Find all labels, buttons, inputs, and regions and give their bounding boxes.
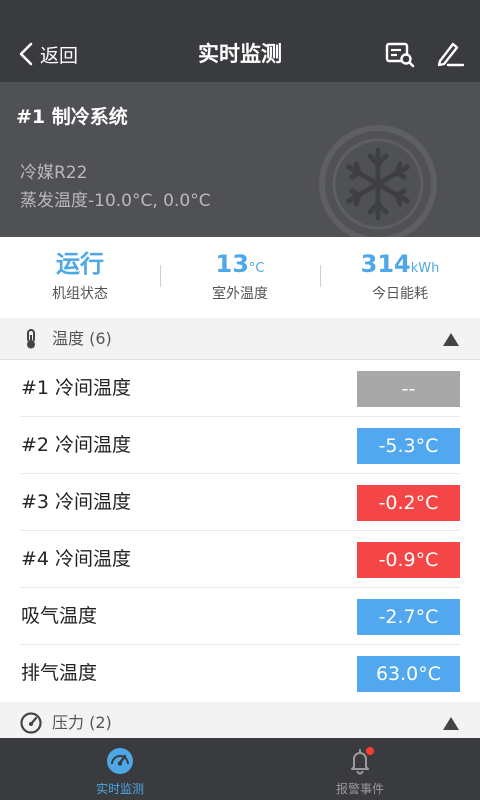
edit-icon: [437, 42, 465, 67]
status-badge: --: [357, 371, 460, 407]
table-row[interactable]: 排气温度 63.0°C: [0, 645, 480, 702]
status-badge: 63.0°C: [357, 656, 460, 692]
section-label: 温度 (6): [52, 329, 112, 348]
edit-button[interactable]: [434, 38, 466, 70]
table-row[interactable]: #4 冷间温度 -0.9°C: [0, 531, 480, 588]
tab-alarm-events[interactable]: 报警事件: [240, 738, 480, 800]
thermometer-icon: [27, 329, 35, 349]
system-name: #1 制冷系统: [16, 106, 128, 128]
sensor-name: #2 冷间温度: [21, 434, 132, 456]
system-info-panel: #1 制冷系统 冷媒R22 蒸发温度-10.0°C, 0.0°C: [0, 82, 480, 237]
status-badge: -5.3°C: [357, 428, 460, 464]
collapse-triangle-icon[interactable]: [443, 717, 459, 730]
stat-unit: °C: [248, 261, 265, 276]
snowflake-icon: [319, 125, 437, 237]
gauge-icon: [20, 712, 42, 734]
collapse-triangle-icon[interactable]: [443, 333, 459, 346]
tab-label: 实时监测: [95, 782, 144, 796]
tab-label: 报警事件: [335, 782, 384, 796]
stat-label: 室外温度: [212, 286, 268, 302]
tab-realtime-monitor[interactable]: 实时监测: [0, 738, 240, 800]
stat-unit: kWh: [410, 261, 440, 276]
notification-dot: [366, 747, 374, 755]
sensor-name: #1 冷间温度: [21, 377, 132, 399]
temperature-section-header[interactable]: 温度 (6): [0, 318, 480, 360]
status-badge: -2.7°C: [357, 599, 460, 635]
sensor-name: #3 冷间温度: [21, 491, 132, 513]
search-list-button[interactable]: [384, 38, 416, 70]
sensor-name: #4 冷间温度: [21, 548, 132, 570]
table-row[interactable]: 吸气温度 -2.7°C: [0, 588, 480, 645]
stat-value: 13: [215, 250, 249, 278]
stat-energy-today: 314kWh 今日能耗: [320, 237, 480, 319]
stat-outdoor-temperature: 13°C 室外温度: [160, 237, 320, 319]
gauge-icon: [107, 748, 133, 774]
stat-value: 运行: [56, 250, 104, 278]
stat-value: 314: [360, 250, 411, 278]
table-row[interactable]: #1 冷间温度 --: [0, 360, 480, 417]
refrigerant-text: 冷媒R22: [20, 163, 88, 183]
top-bar: 返回 实时监测: [0, 0, 480, 82]
bottom-tab-bar: 实时监测 报警事件: [0, 738, 480, 800]
stat-label: 机组状态: [52, 286, 108, 302]
status-badge: -0.9°C: [357, 542, 460, 578]
evaporation-temperature-text: 蒸发温度-10.0°C, 0.0°C: [20, 191, 211, 211]
sensor-name: 吸气温度: [21, 605, 98, 627]
stat-unit-status: 运行 机组状态: [0, 237, 160, 319]
stat-label: 今日能耗: [372, 286, 428, 302]
stats-bar: 运行 机组状态 13°C 室外温度 314kWh 今日能耗: [0, 237, 480, 319]
search-list-icon: [385, 42, 415, 68]
sensor-name: 排气温度: [21, 662, 98, 684]
table-row[interactable]: #3 冷间温度 -0.2°C: [0, 474, 480, 531]
status-badge: -0.2°C: [357, 485, 460, 521]
table-row[interactable]: #2 冷间温度 -5.3°C: [0, 417, 480, 474]
